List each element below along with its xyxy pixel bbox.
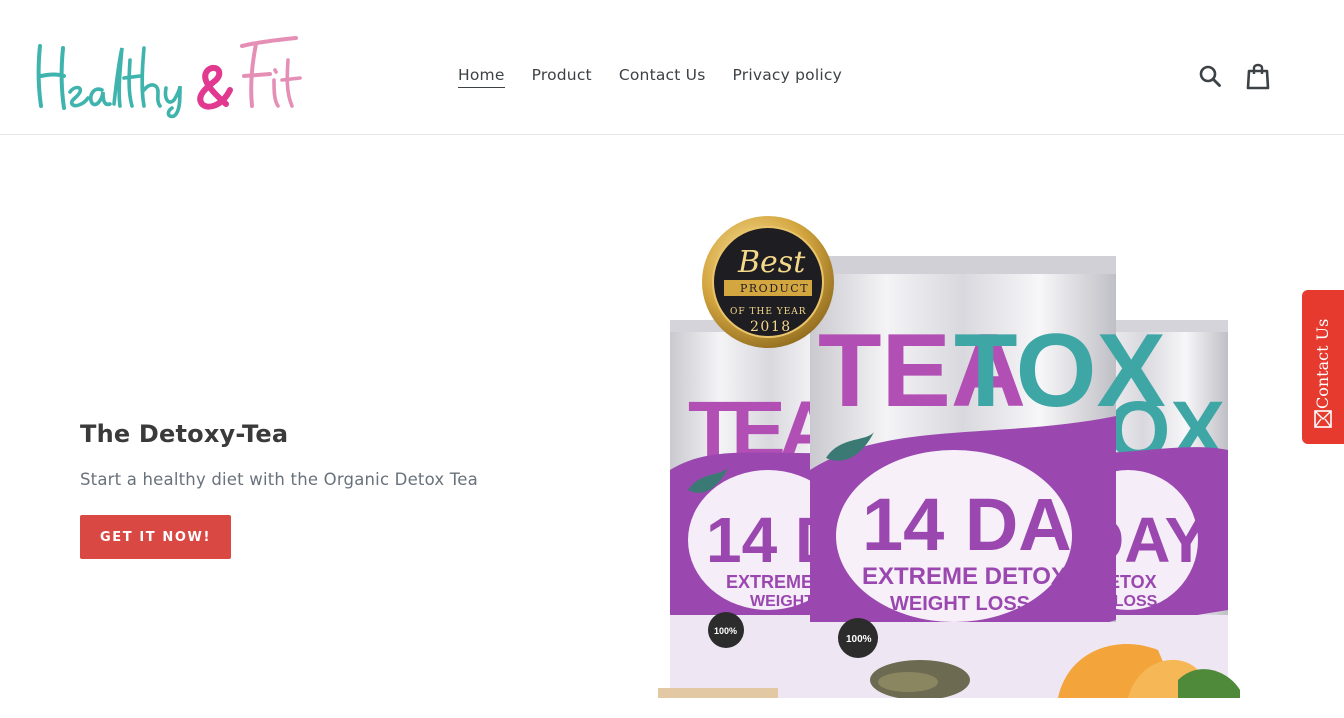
svg-text:Best: Best xyxy=(737,245,806,280)
cart-icon[interactable] xyxy=(1244,60,1272,92)
svg-text:14 DAY: 14 DAY xyxy=(862,483,1114,566)
contact-us-side-tab[interactable]: Contact Us xyxy=(1302,290,1344,444)
contact-tab-label: Contact Us xyxy=(1313,319,1332,409)
nav-item-home[interactable]: Home xyxy=(458,66,505,88)
healthy-and-fit-logo-image xyxy=(36,36,302,119)
teatox-packages-image: TEA 14 D EXTREME WEIGHT 100% TOX DAY E D… xyxy=(658,216,1240,700)
svg-text:100%: 100% xyxy=(846,634,872,645)
nav-item-privacy-policy[interactable]: Privacy policy xyxy=(733,66,842,88)
get-it-now-button[interactable]: GET IT NOW! xyxy=(80,515,231,559)
hero-product-image: TEA 14 D EXTREME WEIGHT 100% TOX DAY E D… xyxy=(658,210,1240,700)
mail-icon xyxy=(1314,410,1332,428)
best-product-badge: Best PRODUCT OF THE YEAR 2018 xyxy=(702,216,834,348)
site-header: Home Product Contact Us Privacy policy xyxy=(0,0,1344,135)
svg-text:WEIGHT: WEIGHT xyxy=(750,593,814,610)
svg-text:EXTREME: EXTREME xyxy=(726,572,813,592)
site-logo[interactable] xyxy=(30,30,310,120)
main-nav: Home Product Contact Us Privacy policy xyxy=(458,66,842,88)
search-icon[interactable] xyxy=(1196,60,1224,92)
svg-text:WEIGHT LOSS: WEIGHT LOSS xyxy=(890,593,1030,615)
svg-text:OF THE YEAR: OF THE YEAR xyxy=(730,307,807,317)
svg-text:2018: 2018 xyxy=(750,319,792,335)
hero-subtitle: Start a healthy diet with the Organic De… xyxy=(80,470,478,489)
svg-text:100%: 100% xyxy=(714,626,737,636)
hero-text-block: The Detoxy-Tea Start a healthy diet with… xyxy=(80,420,600,559)
hero-title: The Detoxy-Tea xyxy=(80,420,289,448)
svg-text:PRODUCT: PRODUCT xyxy=(740,282,809,295)
svg-text:EXTREME DETOX: EXTREME DETOX xyxy=(862,563,1067,590)
nav-item-contact-us[interactable]: Contact Us xyxy=(619,66,706,88)
svg-text:TOX: TOX xyxy=(954,313,1166,429)
header-icons xyxy=(1196,60,1272,92)
nav-item-product[interactable]: Product xyxy=(532,66,592,88)
